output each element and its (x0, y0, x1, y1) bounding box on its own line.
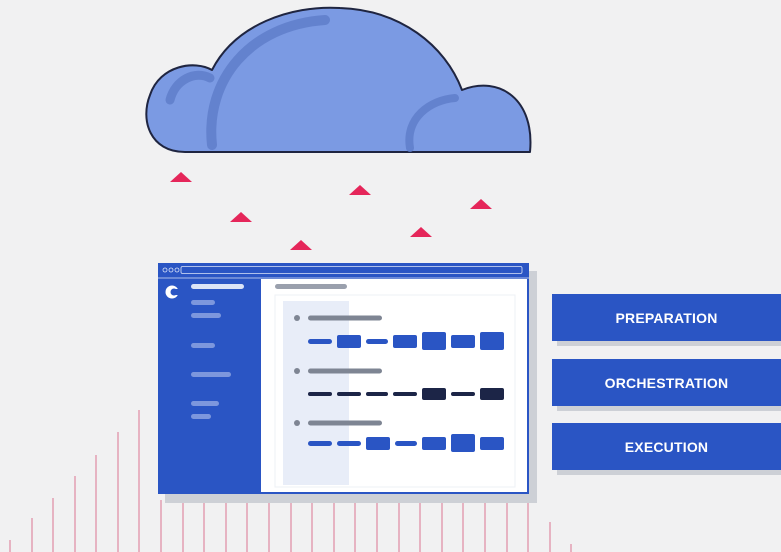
sidebar-item (191, 343, 215, 348)
list-title (308, 420, 382, 426)
sidebar (158, 279, 260, 493)
main-header-bar (275, 284, 347, 289)
list-bullet (294, 315, 300, 321)
sidebar-item (191, 313, 221, 318)
list-bullet (294, 420, 300, 426)
sidebar-item (191, 414, 211, 419)
sidebar-item (191, 401, 219, 406)
list-title (308, 315, 382, 321)
orchestration-button[interactable]: ORCHESTRATION (552, 359, 781, 406)
sidebar-item (191, 300, 215, 305)
window-title-bar (158, 263, 529, 277)
execution-button[interactable]: EXECUTION (552, 423, 781, 470)
list-title (308, 368, 382, 374)
preparation-button[interactable]: PREPARATION (552, 294, 781, 341)
sidebar-item (191, 284, 244, 289)
list-bullet (294, 368, 300, 374)
sidebar-item (191, 372, 231, 377)
